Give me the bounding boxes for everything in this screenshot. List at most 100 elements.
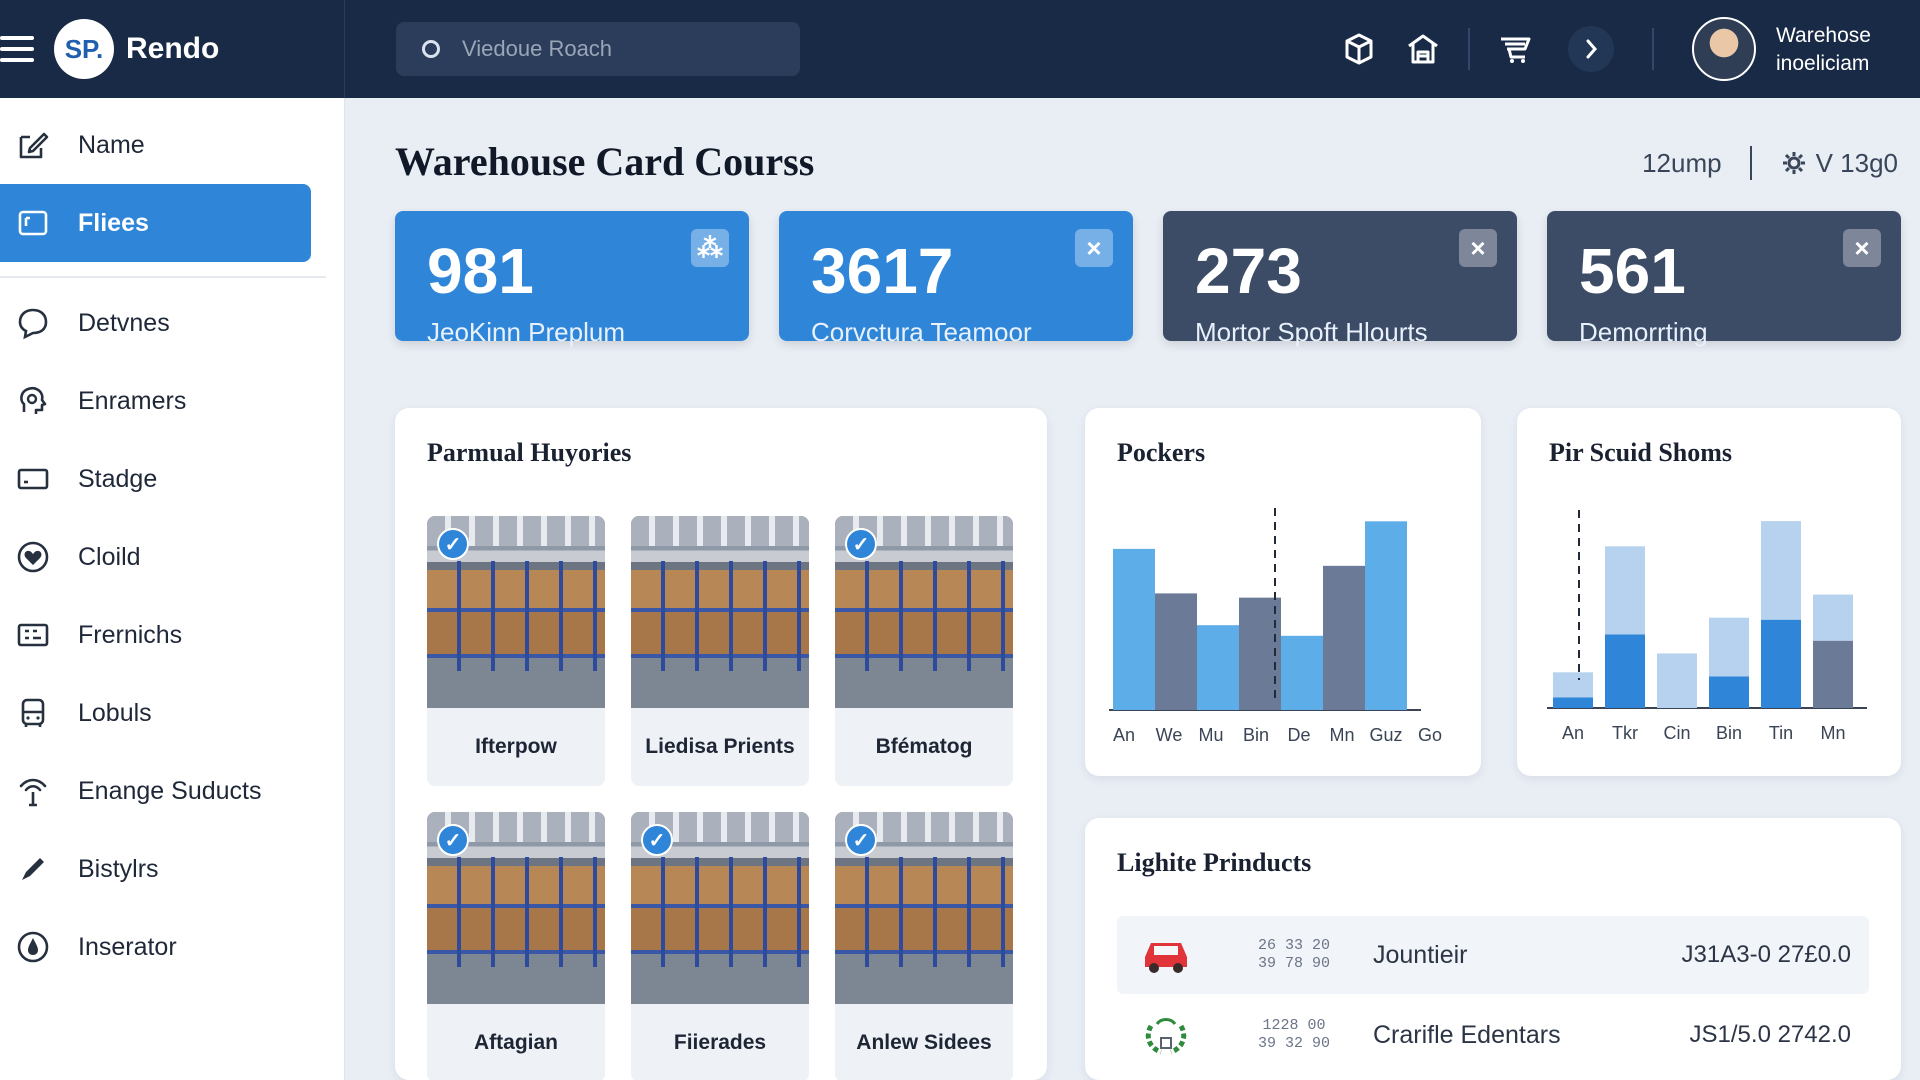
- sidebar-item-label: Lobuls: [78, 698, 152, 727]
- app-name: Rendo: [126, 32, 220, 65]
- x-tick-label: An: [1113, 725, 1135, 745]
- settings-icon[interactable]: [1780, 149, 1808, 177]
- product-value: JS1/5.0 2742.0: [1689, 1021, 1851, 1048]
- x-tick-label: Guz: [1369, 725, 1402, 745]
- bar: [1281, 635, 1323, 710]
- sidebar-item-frernichs[interactable]: Frernichs: [0, 596, 345, 674]
- app-logo[interactable]: SP.: [54, 19, 114, 79]
- kpi-label: Mortor Spoft Hlourts: [1195, 317, 1428, 347]
- kpi-card[interactable]: 981 JeoKinn Preplum ⁂: [395, 211, 749, 347]
- photo-caption: Anlew Sidees: [856, 1031, 992, 1054]
- sidebar-item-label: Detvnes: [78, 308, 170, 337]
- page-title: Warehouse Card Courss: [395, 139, 815, 184]
- photo-gallery-card: Parmual Huyories ✓ Ifterpow Liedisa Prie…: [395, 408, 1047, 1080]
- bar-segment: [1813, 640, 1853, 708]
- edit-icon: [19, 132, 49, 159]
- kpi-row: 981 JeoKinn Preplum ⁂ 3617 Corvctura Tea…: [395, 211, 1901, 347]
- kpi-card[interactable]: 3617 Corvctura Teamoor ×: [779, 211, 1133, 347]
- x-tick-label: Mn: [1820, 723, 1845, 743]
- bar-segment: [1657, 653, 1697, 708]
- photo-tile[interactable]: ✓ Bfématog: [835, 516, 1013, 786]
- photo-caption: Liedisa Prients: [645, 735, 795, 758]
- photo-tile[interactable]: ✓ Aftagian: [427, 812, 605, 1080]
- check-icon[interactable]: ✓: [845, 528, 877, 560]
- warehouse-icon[interactable]: [1400, 26, 1446, 72]
- app-root: SP. Rendo Warehose inoeliciam Nam: [0, 0, 1920, 1080]
- meta-divider: [1749, 146, 1752, 180]
- sidebar-item-inserator[interactable]: Inserator: [0, 908, 345, 986]
- check-icon[interactable]: ✓: [641, 824, 673, 856]
- drop-icon: [17, 931, 49, 963]
- box-icon[interactable]: [1336, 26, 1382, 72]
- sidebar-item-detvnes[interactable]: Detvnes: [0, 284, 345, 362]
- sidebar-item-name[interactable]: Name: [0, 106, 345, 184]
- profile-icon: [20, 386, 47, 414]
- x-tick-label: Mn: [1329, 725, 1354, 745]
- sidebar-item-label: Fliees: [78, 208, 149, 237]
- kpi-label: JeoKinn Preplum: [427, 317, 625, 347]
- sidebar-item-label: Enange Suducts: [78, 776, 262, 805]
- kpi-card[interactable]: 273 Mortor Spoft Hlourts ×: [1163, 211, 1517, 347]
- meta-label[interactable]: 12ump: [1642, 148, 1722, 179]
- products-card: Lighite Prinducts 26 33 20 39 78 90 Jount…: [1085, 818, 1901, 1080]
- grid-icon: [17, 623, 49, 647]
- close-icon[interactable]: ×: [1459, 229, 1497, 267]
- product-row[interactable]: 26 33 20 39 78 90 Jountieir J31A3-0 27£0.…: [1117, 916, 1869, 994]
- user-role: inoeliciam: [1776, 52, 1870, 75]
- close-icon[interactable]: ×: [1843, 229, 1881, 267]
- sidebar-item-fliees[interactable]: Fliees: [0, 184, 311, 262]
- storage-icon: [17, 468, 49, 490]
- pockers-chart: An We Mu Bin De Mn Guz Go: [1109, 508, 1442, 745]
- check-icon[interactable]: ✓: [437, 528, 469, 560]
- kpi-card[interactable]: 561 Demorrting ×: [1547, 211, 1901, 347]
- x-tick-label: Bin: [1243, 725, 1269, 745]
- bar-segment: [1709, 617, 1749, 677]
- bar-segment: [1761, 521, 1801, 620]
- photo-caption: Fiierades: [673, 1031, 767, 1054]
- product-name: Jountieir: [1373, 940, 1468, 969]
- cart-icon[interactable]: [1492, 26, 1538, 72]
- sidebar-item-enramers[interactable]: Enramers: [0, 362, 345, 440]
- card-title: Parmual Huyories: [427, 438, 632, 467]
- pockers-chart-card: Pockers An We Mu Bin De Mn Guz Go: [1085, 408, 1481, 776]
- bar: [1197, 625, 1239, 710]
- chat-icon: [18, 308, 48, 340]
- car-icon: [1139, 928, 1193, 982]
- product-code: 26 33 20 39 78 90: [1257, 937, 1330, 972]
- bar: [1155, 593, 1197, 710]
- collapse-icon[interactable]: [1568, 26, 1614, 72]
- search-box[interactable]: [396, 22, 800, 76]
- close-icon[interactable]: ×: [1075, 229, 1113, 267]
- expand-icon[interactable]: ⁂: [691, 229, 729, 267]
- photo-tile[interactable]: ✓ Fiierades: [631, 812, 809, 1080]
- product-row[interactable]: 1228 00 39 32 90 Crarifle Edentars JS1/5.…: [1117, 996, 1869, 1074]
- sidebar-item-bistylrs[interactable]: Bistylrs: [0, 830, 345, 908]
- user-info[interactable]: Warehose inoeliciam: [1776, 22, 1871, 78]
- avatar[interactable]: [1692, 17, 1756, 81]
- x-tick-label: Go: [1418, 725, 1442, 745]
- x-tick-label: Cin: [1663, 723, 1690, 743]
- sidebar-item-stadge[interactable]: Stadge: [0, 440, 345, 518]
- bar-segment: [1761, 619, 1801, 708]
- bar: [1365, 521, 1407, 710]
- sidebar-item-lobuls[interactable]: Lobuls: [0, 674, 345, 752]
- menu-icon[interactable]: [0, 36, 34, 62]
- sidebar-item-label: Inserator: [78, 932, 177, 961]
- photo-tile[interactable]: Liedisa Prients: [631, 516, 809, 786]
- toolbar-divider: [1652, 28, 1654, 70]
- kpi-label: Corvctura Teamoor: [811, 317, 1032, 347]
- sidebar-item-label: Frernichs: [78, 620, 183, 649]
- sidebar-item-label: Cloild: [78, 542, 141, 571]
- check-icon[interactable]: ✓: [437, 824, 469, 856]
- photo-tile[interactable]: ✓ Anlew Sidees: [835, 812, 1013, 1080]
- scuid-chart-card: Pir Scuid Shoms An Tkr Cin Bin Tin Mn: [1517, 408, 1901, 776]
- bar-segment: [1605, 546, 1645, 635]
- user-name: Warehose: [1776, 24, 1871, 47]
- warehouse-photo: [631, 516, 809, 708]
- search-input[interactable]: [462, 36, 782, 62]
- sidebar-item-cloild[interactable]: Cloild: [0, 518, 345, 596]
- photo-tile[interactable]: ✓ Ifterpow: [427, 516, 605, 786]
- version-label[interactable]: V 13g0: [1816, 148, 1898, 179]
- sidebar-item-enange-suducts[interactable]: Enange Suducts: [0, 752, 345, 830]
- check-icon[interactable]: ✓: [845, 824, 877, 856]
